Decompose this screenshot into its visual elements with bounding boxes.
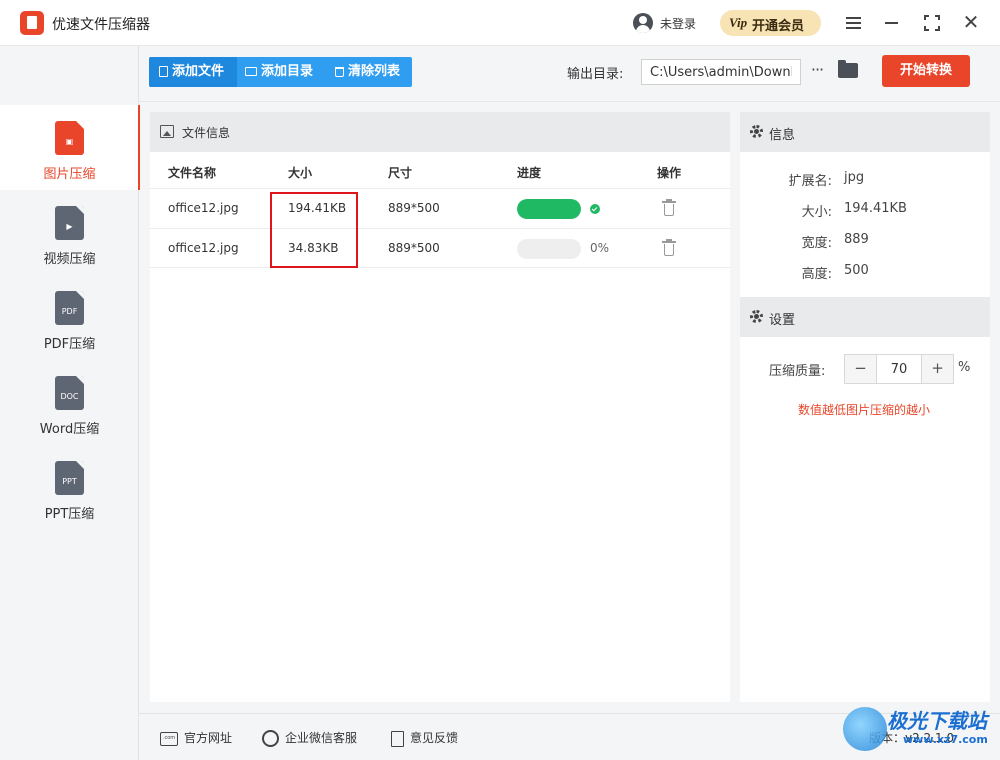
column-header-size: 大小 xyxy=(288,166,313,180)
more-options-icon[interactable]: ··· xyxy=(808,60,826,80)
sidebar-item-label: Word压缩 xyxy=(39,422,100,437)
info-row-extension: 扩展名: jpg xyxy=(740,166,990,190)
info-title: 信息 xyxy=(769,128,796,143)
column-header-actions: 操作 xyxy=(657,166,682,180)
quality-input[interactable] xyxy=(877,355,921,383)
progress-percent: 0% xyxy=(590,241,610,255)
delete-icon[interactable] xyxy=(662,199,676,217)
percent-sign: % xyxy=(958,360,971,375)
sidebar-item-label: PPT压缩 xyxy=(44,507,95,522)
sidebar-item-word-compress[interactable]: DOC Word压缩 xyxy=(0,360,139,445)
file-info-header: 文件信息 xyxy=(150,112,730,152)
delete-icon[interactable] xyxy=(662,239,676,257)
login-link[interactable]: 未登录 xyxy=(660,15,696,32)
app-logo-icon xyxy=(20,11,44,35)
quality-label: 压缩质量: xyxy=(769,364,826,379)
video-file-icon: ▶ xyxy=(55,206,84,240)
version-label: 版本：v2.2.1.0 xyxy=(869,731,955,745)
sidebar-item-label: 视频压缩 xyxy=(43,252,96,267)
vip-icon: Vip xyxy=(729,15,748,30)
info-row-height: 高度: 500 xyxy=(740,259,990,283)
file-info-panel: 文件信息 文件名称 大小 尺寸 进度 操作 office12.jpg 194.4… xyxy=(150,112,730,702)
add-folder-button[interactable]: 添加目录 xyxy=(237,57,325,87)
settings-title: 设置 xyxy=(769,313,796,328)
info-value: jpg xyxy=(844,170,865,185)
sidebar-item-ppt-compress[interactable]: PPT PPT压缩 xyxy=(0,445,139,530)
image-icon xyxy=(160,125,174,138)
feedback-icon xyxy=(391,730,404,747)
info-key: 扩展名: xyxy=(788,174,832,189)
menu-icon[interactable] xyxy=(843,12,865,34)
increment-button[interactable]: + xyxy=(921,355,953,383)
sidebar-item-pdf-compress[interactable]: PDF PDF压缩 xyxy=(0,275,139,360)
pdf-file-icon: PDF xyxy=(55,291,84,325)
ppt-file-icon: PPT xyxy=(55,461,84,495)
file-info-title: 文件信息 xyxy=(182,126,231,140)
file-dimensions-cell: 889*500 xyxy=(388,241,440,255)
info-value: 500 xyxy=(844,263,869,278)
app-title: 优速文件压缩器 xyxy=(52,17,150,33)
minimize-icon[interactable] xyxy=(881,12,903,34)
info-key: 宽度: xyxy=(801,236,832,251)
info-value: 889 xyxy=(844,232,869,247)
quality-stepper: − + xyxy=(844,354,954,384)
output-dir-label: 输出目录: xyxy=(567,67,624,82)
column-header-progress: 进度 xyxy=(517,166,542,180)
website-link[interactable]: .com 官方网址 xyxy=(160,729,232,747)
sidebar-item-video-compress[interactable]: ▶ 视频压缩 xyxy=(0,190,139,275)
progress-fill xyxy=(517,199,581,219)
chat-icon xyxy=(262,730,279,747)
info-key: 高度: xyxy=(801,267,832,282)
progress-bar xyxy=(517,199,581,219)
image-file-icon: ▣ xyxy=(55,121,84,155)
info-header: 信息 xyxy=(740,112,990,152)
gear-icon xyxy=(750,125,763,138)
sidebar-item-label: 图片压缩 xyxy=(43,167,96,182)
add-file-button[interactable]: 添加文件 xyxy=(149,57,237,87)
clear-list-button[interactable]: 清除列表 xyxy=(325,57,412,87)
feedback-link[interactable]: 意见反馈 xyxy=(391,729,458,747)
info-row-width: 宽度: 889 xyxy=(740,228,990,252)
trash-icon xyxy=(335,66,344,77)
user-avatar-icon[interactable] xyxy=(633,13,653,33)
sidebar-item-label: PDF压缩 xyxy=(43,337,96,352)
folder-icon[interactable] xyxy=(838,60,858,78)
progress-bar xyxy=(517,239,581,259)
check-circle-icon xyxy=(590,204,600,214)
file-name-cell: office12.jpg xyxy=(168,201,239,215)
vip-button[interactable]: Vip 开通会员 xyxy=(720,10,821,36)
vip-label: 开通会员 xyxy=(752,19,805,34)
table-row[interactable]: office12.jpg 34.83KB 889*500 0% xyxy=(150,228,730,268)
start-convert-button[interactable]: 开始转换 xyxy=(882,55,970,87)
sidebar-item-image-compress[interactable]: ▣ 图片压缩 xyxy=(0,105,140,190)
website-icon: .com xyxy=(160,731,178,746)
wechat-service-link[interactable]: 企业微信客服 xyxy=(262,729,357,747)
size-highlight-box xyxy=(270,192,358,268)
output-dir-field[interactable] xyxy=(641,59,801,85)
file-name-cell: office12.jpg xyxy=(168,241,239,255)
sidebar: ▣ 图片压缩 ▶ 视频压缩 PDF PDF压缩 DOC Word压缩 PPT P… xyxy=(0,46,140,760)
info-row-size: 大小: 194.41KB xyxy=(740,197,990,221)
table-row[interactable]: office12.jpg 194.41KB 889*500 xyxy=(150,188,730,228)
footer: .com 官方网址 企业微信客服 意见反馈 版本：v2.2.1.0 xyxy=(139,713,1000,760)
maximize-icon[interactable] xyxy=(921,12,943,34)
quality-tip: 数值越低图片压缩的越小 xyxy=(798,403,931,417)
toolbar: 添加文件 添加目录 清除列表 输出目录: ··· 开始转换 xyxy=(139,46,1000,102)
file-icon xyxy=(159,66,168,77)
doc-file-icon: DOC xyxy=(55,376,84,410)
column-header-name: 文件名称 xyxy=(168,166,217,180)
title-bar: 优速文件压缩器 未登录 Vip 开通会员 ✕ xyxy=(0,0,1000,46)
file-dimensions-cell: 889*500 xyxy=(388,201,440,215)
info-key: 大小: xyxy=(801,205,832,220)
decrement-button[interactable]: − xyxy=(845,355,877,383)
close-icon[interactable]: ✕ xyxy=(960,12,982,34)
info-value: 194.41KB xyxy=(844,201,907,216)
info-panel: 信息 扩展名: jpg 大小: 194.41KB 宽度: 889 高度: 500… xyxy=(740,112,990,702)
file-button-group: 添加文件 添加目录 清除列表 xyxy=(149,57,412,87)
column-header-dimensions: 尺寸 xyxy=(388,166,413,180)
folder-outline-icon xyxy=(245,67,257,76)
gear-icon xyxy=(750,310,763,323)
settings-header: 设置 xyxy=(740,297,990,337)
